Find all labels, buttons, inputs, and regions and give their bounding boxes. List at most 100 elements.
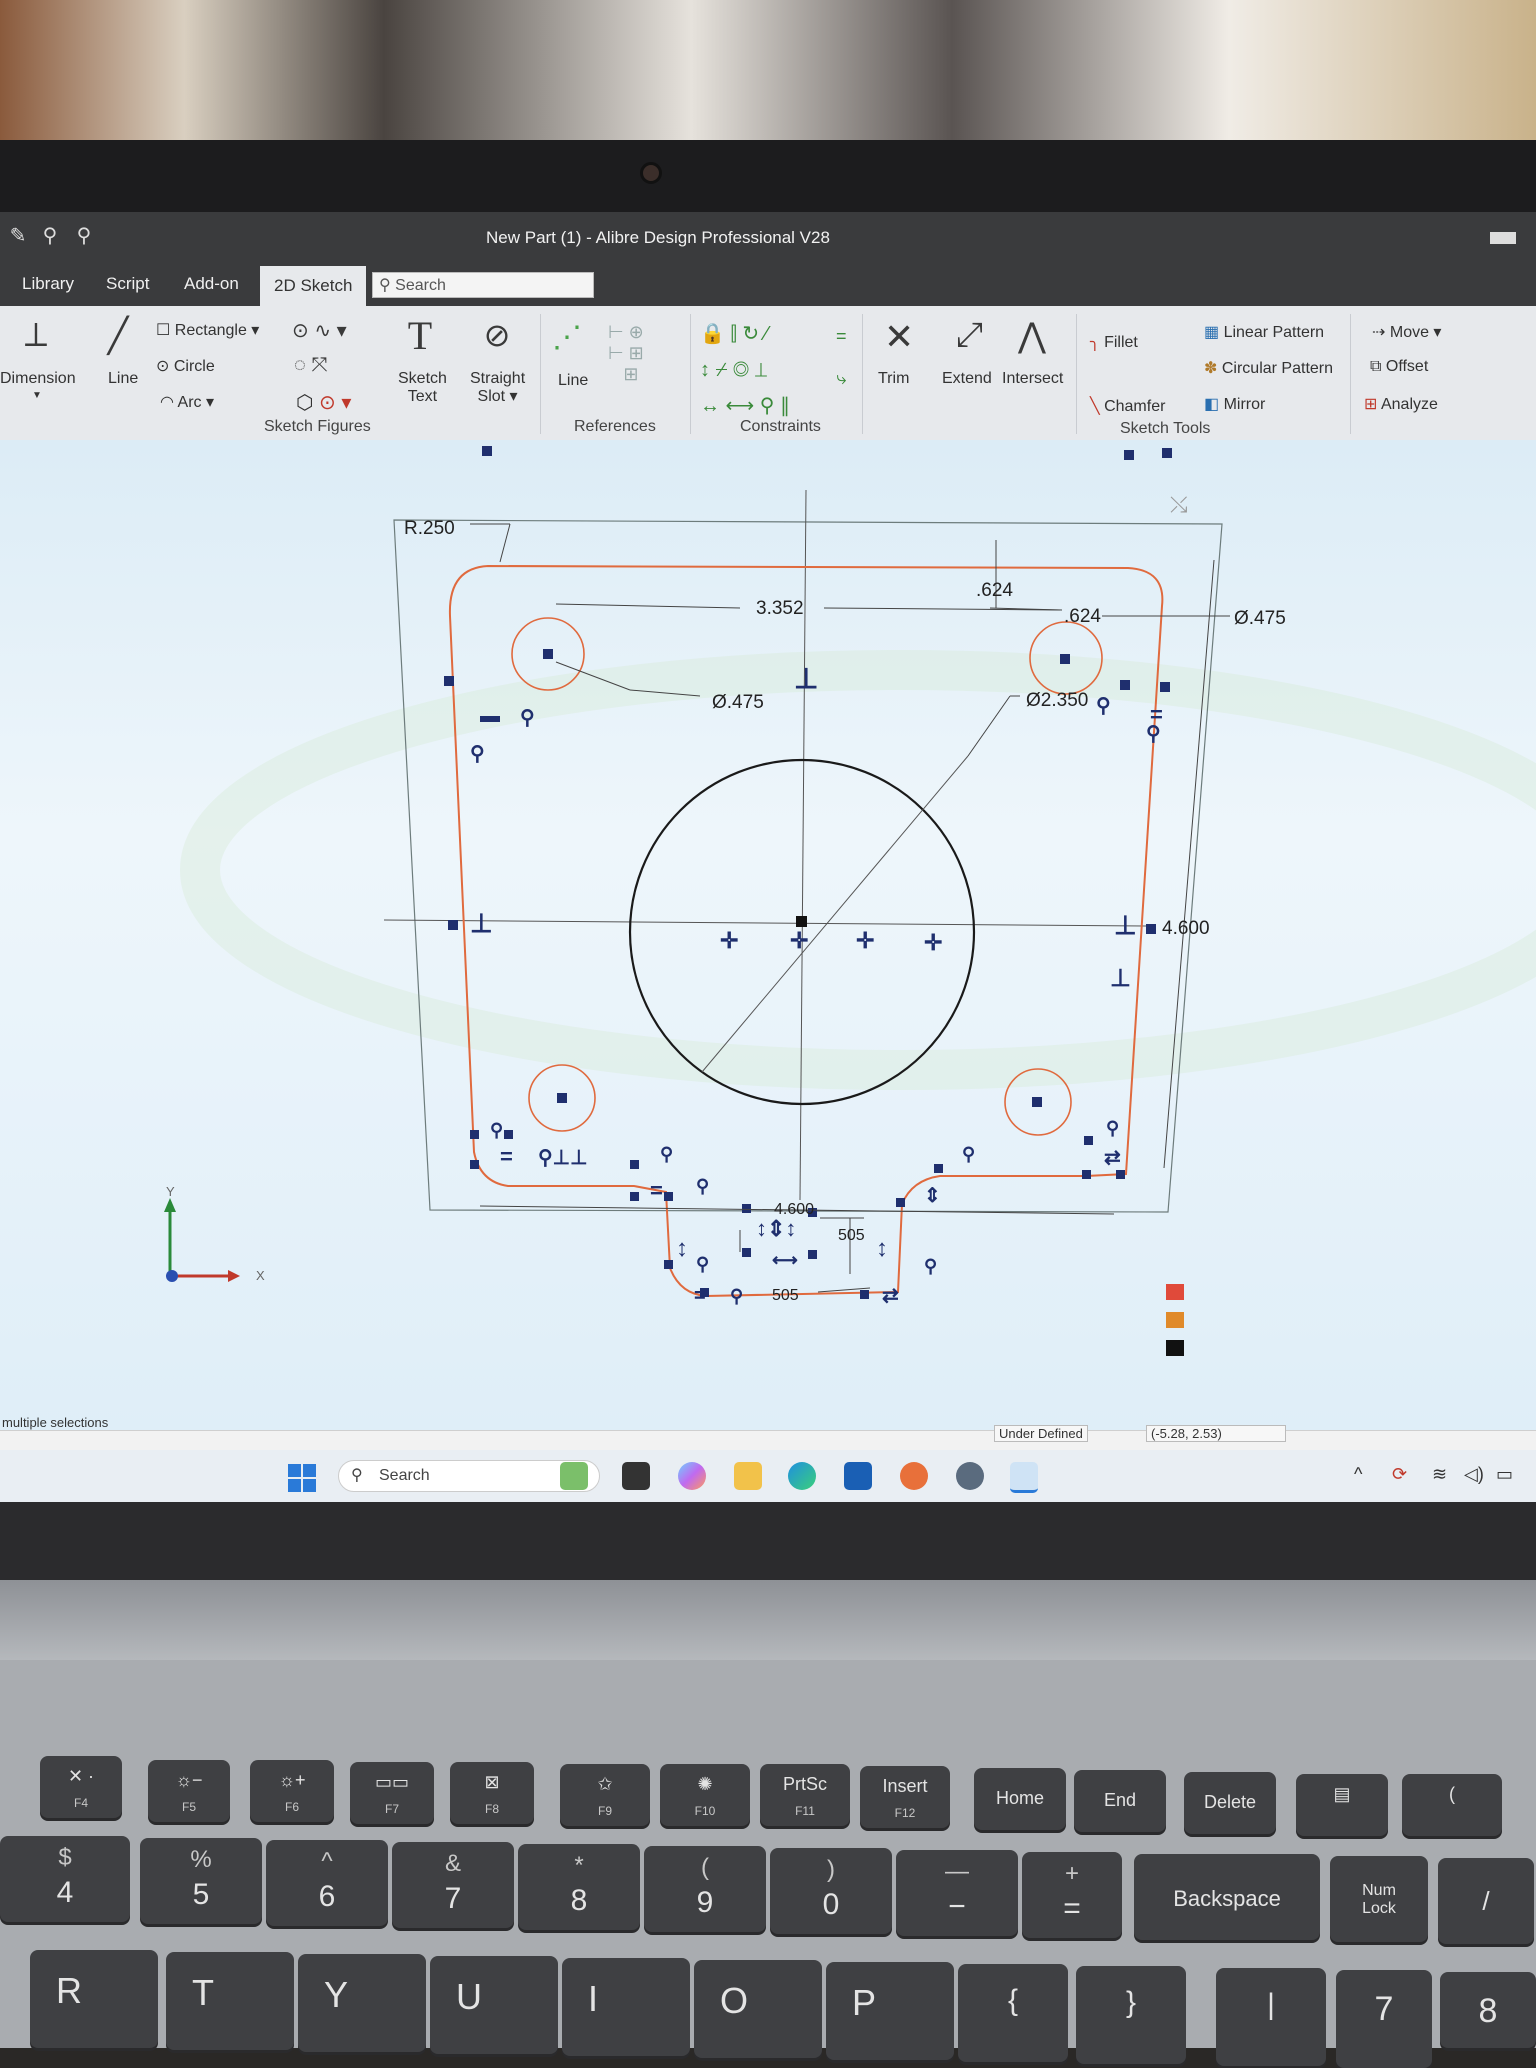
equal-icon[interactable]: = ⤷ [836,326,847,389]
key-6[interactable]: ^ 6 [266,1840,388,1926]
window-menu-icon[interactable] [1490,232,1516,244]
key-paren[interactable]: ( [1402,1774,1502,1836]
key-f8[interactable]: ⊠ F8 [450,1762,534,1824]
key-4[interactable]: $4 [0,1836,130,1922]
alibre-app-icon[interactable] [1010,1462,1038,1493]
duckduckgo-app-icon[interactable] [900,1462,928,1490]
swatch-red[interactable] [1166,1284,1184,1300]
tab-script[interactable]: Script [106,274,149,294]
settings-gear-icon[interactable] [956,1462,984,1490]
battery-icon[interactable]: ▭ [1496,1464,1513,1485]
arc-tools-icon[interactable]: ◌ ⤧ [294,354,327,377]
key-8[interactable]: * 8 [518,1844,640,1930]
file-explorer-icon[interactable] [734,1462,762,1490]
key-r[interactable]: R [30,1950,158,2048]
edge-browser-icon[interactable] [788,1462,816,1490]
key-p[interactable]: P [826,1962,954,2060]
tray-chevron-up-icon[interactable]: ^ [1354,1464,1362,1485]
key-f4[interactable]: ✕ · F4 [40,1756,122,1818]
dimension-button[interactable]: Dimension [0,370,76,388]
sketch-text-icon[interactable]: T [400,312,440,359]
ribbon-search-input[interactable]: ⚲ Search [372,272,594,298]
swatch-black[interactable] [1166,1340,1184,1356]
store-app-icon[interactable] [844,1462,872,1490]
slot-icon[interactable]: ⊘ [474,316,520,354]
offset-button[interactable]: ⧉ Offset [1370,358,1428,376]
key-f6[interactable]: ☼+ F6 [250,1760,334,1822]
key-f9[interactable]: ✩ F9 [560,1764,650,1826]
key-f10[interactable]: ✺ F10 [660,1764,750,1826]
hole-center-point[interactable] [1060,654,1070,664]
swatch-orange[interactable] [1166,1312,1184,1328]
key-9[interactable]: (9 [644,1846,766,1932]
key-right-brace[interactable]: } [1076,1966,1186,2064]
key-numlock[interactable]: Num Lock [1330,1856,1428,1942]
reference-line-button[interactable]: Line [558,372,588,390]
key-slash[interactable]: / [1438,1858,1534,1944]
key-backspace[interactable]: Backspace [1134,1854,1320,1940]
plant-widget-icon[interactable] [560,1462,588,1490]
key-delete[interactable]: Delete [1184,1772,1276,1834]
key-f12-insert[interactable]: Insert F12 [860,1766,950,1828]
constraints-icons[interactable]: 🔒 ⫿ ↻ ⁄ ↕ ⌿ ◎ ⊥ ↔ ⟷ ⚲ ∥ [700,316,790,424]
sketch-drawing[interactable]: ⊥ ⊥ ⊥ ⊥ ✛ ✛ ✛ ✛ ⚲ ⚲ ⚲ ⚲ = ▬ ⚲⊥⊥ = ⚲ ⚲ ⚲ … [0,440,1536,1430]
key-end[interactable]: End [1074,1770,1166,1832]
hole-center-point[interactable] [543,649,553,659]
ellipse-icon[interactable]: ⊙ ∿ ▾ [292,318,347,343]
chamfer-button[interactable]: ╲ Chamfer [1090,396,1165,416]
analyze-button[interactable]: ⊞ Analyze [1364,394,1438,414]
key-equals[interactable]: + = [1022,1852,1122,1938]
key-o[interactable]: O [694,1960,822,2058]
tab-add-on[interactable]: Add-on [184,274,239,294]
key-f5[interactable]: ☼− F5 [148,1760,230,1822]
key-7[interactable]: & 7 [392,1842,514,1928]
key-u[interactable]: U [430,1956,558,2054]
rectangle-button[interactable]: ☐ Rectangle ▾ [156,320,259,340]
intersect-button[interactable]: Intersect [1002,370,1063,388]
straight-slot-button[interactable]: Straight Slot ▾ [470,370,525,406]
extend-button[interactable]: Extend [942,370,992,388]
trim-icon[interactable]: ✕ [884,316,914,358]
sketch-text-button[interactable]: Sketch Text [398,370,447,406]
reference-line-icon[interactable]: ⋰ [552,320,582,355]
tray-sync-icon[interactable]: ⟳ [1392,1464,1407,1485]
key-i[interactable]: I [562,1958,690,2056]
arc-button[interactable]: ◠ Arc ▾ [160,392,214,412]
chevron-down-icon[interactable]: ▼ [32,390,42,401]
key-left-brace[interactable]: { [958,1964,1068,2062]
key-calculator[interactable]: ▤ [1296,1774,1388,1836]
fillet-button[interactable]: ╮ Fillet [1090,332,1138,352]
key-f11-prtsc[interactable]: PrtSc F11 [760,1764,850,1826]
volume-icon[interactable]: ◁) [1464,1464,1484,1485]
key-y[interactable]: Y [298,1954,426,2052]
polygon-icon[interactable]: ⬡ ⊙ ▾ [296,390,351,415]
key-t[interactable]: T [166,1952,294,2050]
mirror-button[interactable]: ◧ Mirror [1204,394,1265,414]
tab-2d-sketch[interactable]: 2D Sketch [260,266,367,306]
linear-pattern-button[interactable]: ▦ Linear Pattern [1204,322,1324,342]
zoom-icon[interactable]: ⚲ [72,224,96,248]
terminal-app-icon[interactable] [622,1462,650,1490]
zoom-fit-icon[interactable]: ⚲ [38,224,62,248]
hole-center-point[interactable] [1032,1097,1042,1107]
dimension-icon[interactable]: ⟂ [18,316,54,355]
circle-button[interactable]: ⊙ Circle [156,356,215,376]
extend-icon[interactable]: ⤢ [956,316,983,355]
key-f7[interactable]: ▭▭ F7 [350,1762,434,1824]
key-minus[interactable]: — − [896,1850,1018,1936]
key-numpad-7[interactable]: 7 [1336,1970,1432,2068]
line-icon[interactable]: ╱ [100,316,136,356]
hole-center-point[interactable] [557,1093,567,1103]
sketch-canvas[interactable]: ⊥ ⊥ ⊥ ⊥ ✛ ✛ ✛ ✛ ⚲ ⚲ ⚲ ⚲ = ▬ ⚲⊥⊥ = ⚲ ⚲ ⚲ … [0,440,1536,1430]
move-button[interactable]: ⇢ Move ▾ [1372,322,1441,342]
trim-button[interactable]: Trim [878,370,909,388]
key-home[interactable]: Home [974,1768,1066,1830]
wifi-icon[interactable]: ≋ [1432,1464,1447,1485]
reference-tools-icon[interactable]: ⊢ ⊕ ⊢ ⊞ ⊞ [608,322,644,385]
intersect-icon[interactable]: ⋀ [1018,316,1046,356]
key-5[interactable]: % 5 [140,1838,262,1924]
key-numpad-8[interactable]: 8 [1440,1972,1536,2048]
tab-library[interactable]: Library [22,274,74,294]
key-0[interactable]: ) 0 [770,1848,892,1934]
key-pipe[interactable]: | [1216,1968,1326,2066]
